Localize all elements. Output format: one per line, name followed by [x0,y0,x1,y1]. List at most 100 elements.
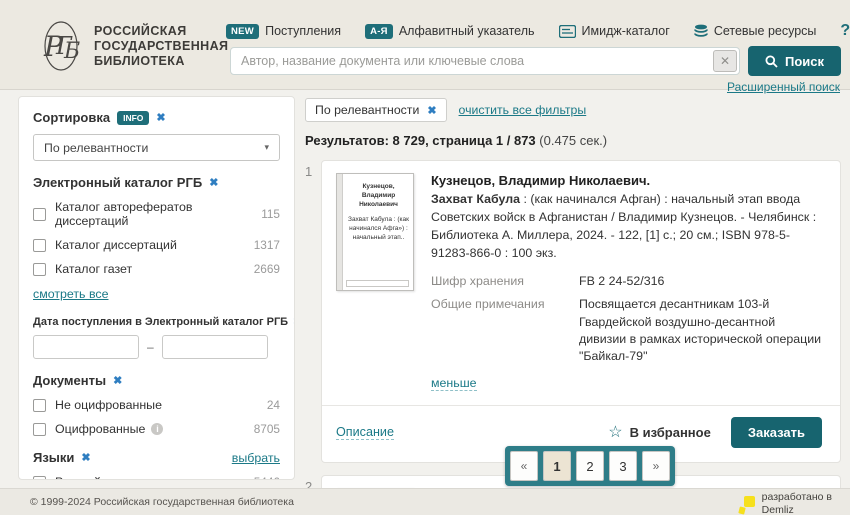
field-label: Шифр хранения [431,273,579,290]
cover-author: Кузнецов, Владимир Николаевич [348,183,409,209]
date-label: Дата поступления в Электронный каталог Р… [33,316,288,328]
checkbox[interactable] [33,263,46,276]
description-link[interactable]: Описание [336,425,394,440]
filter-label: Оцифрованные [55,422,145,436]
checkbox[interactable] [33,476,46,481]
result-card: Кузнецов, Владимир Николаевич Захват Каб… [321,160,841,463]
search-box: ✕ [230,47,740,75]
developed-by-line1: разработано в [762,491,832,504]
languages-label: Языки [33,450,74,465]
filter-row-gazet: Каталог газет 2669 [33,262,280,276]
nav-image-catalog[interactable]: Имидж-каталог [559,24,670,38]
prev-page-button[interactable]: « [510,451,538,481]
field-shelf: Шифр хранения FB 2 24-52/316 [431,273,822,290]
field-label: Общие примечания [431,296,579,365]
nav-alphabet-index[interactable]: А-Я Алфавитный указатель [365,24,534,39]
record-description: Захват Кабула : (как начинался Афган) : … [431,191,822,263]
filter-count: 115 [261,207,280,221]
book-pages-edge [346,280,409,287]
checkbox[interactable] [33,399,46,412]
az-badge: А-Я [365,24,393,39]
documents-label: Документы [33,373,106,388]
choose-languages-link[interactable]: выбрать [232,451,280,465]
filters-sidebar: Сортировка INFO ✖ По релевантности ▾ Эле… [18,96,295,480]
add-to-favorites-button[interactable]: ☆ В избранное [608,422,711,442]
help-icon[interactable]: ? [840,22,850,40]
page-button-3[interactable]: 3 [609,451,637,481]
clear-date-icon[interactable]: ✖ [293,315,295,328]
page-button-1[interactable]: 1 [543,451,571,481]
filter-label: Каталог диссертаций [55,238,177,252]
favorites-label: В избранное [630,425,711,440]
active-filter-chip: По релевантности ✖ [305,98,447,122]
field-value: FB 2 24-52/316 [579,273,664,290]
checkbox[interactable] [33,208,46,221]
page-button-2[interactable]: 2 [576,451,604,481]
database-icon [694,24,708,39]
next-page-button[interactable]: » [642,451,670,481]
checkbox[interactable] [33,239,46,252]
checkbox[interactable] [33,423,46,436]
chip-close-icon[interactable]: ✖ [427,104,436,117]
search-button-label: Поиск [785,54,824,69]
rgb-monogram-logo[interactable]: Р Г Б [36,18,86,74]
pagination: « 1 2 3 » [505,446,675,486]
catalog-section-title: Электронный каталог РГБ ✖ [33,175,280,190]
filter-label: Не оцифрованные [55,398,162,412]
search-icon [765,55,778,68]
record-author: Кузнецов, Владимир Николаевич. [431,173,822,188]
developed-by-text: разработано в Demliz [762,491,832,515]
clear-catalog-icon[interactable]: ✖ [209,176,218,189]
clear-documents-icon[interactable]: ✖ [113,374,122,387]
date-to-input[interactable] [162,335,268,359]
footer: © 1999-2024 Российская государственная б… [0,488,850,515]
nav-alphabet-label: Алфавитный указатель [399,24,535,38]
sort-select[interactable]: По релевантности ▾ [33,134,280,161]
developed-by[interactable]: разработано в Demliz [739,491,832,515]
card-catalog-icon [559,25,576,38]
field-value: Посвящается десантникам 103-й Гвардейско… [579,296,822,365]
order-button[interactable]: Заказать [731,417,822,448]
sort-select-value: По релевантности [44,141,148,155]
rsl-search-page: Р Г Б РОССИЙСКАЯ ГОСУДАРСТВЕННАЯ БИБЛИОТ… [0,0,850,515]
filter-row-dissert: Каталог диссертаций 1317 [33,238,280,252]
filter-label: Каталог газет [55,262,132,276]
date-separator: – [147,340,154,354]
header: Р Г Б РОССИЙСКАЯ ГОСУДАРСТВЕННАЯ БИБЛИОТ… [0,0,850,90]
filter-count: 2669 [254,262,280,276]
filter-count: 5446 [254,475,280,480]
info-badge[interactable]: INFO [117,111,149,125]
results-count: Результатов: 8 729, страница 1 / 873 [305,133,536,148]
date-from-input[interactable] [33,335,139,359]
date-range: – [33,335,280,359]
filter-row-digitized: Оцифрованные i 8705 [33,422,280,436]
clear-search-icon[interactable]: ✕ [713,50,737,72]
record-title: Захват Кабула [431,192,520,206]
results-summary: Результатов: 8 729, страница 1 / 873 (0.… [305,133,841,148]
nav-image-catalog-label: Имидж-каталог [582,24,670,38]
result-number: 1 [305,160,321,463]
filter-label: Каталог авторефератов диссертаций [55,200,261,228]
advanced-search-link[interactable]: Расширенный поиск [727,80,840,94]
chevron-down-icon: ▾ [264,142,269,153]
book-cover-thumbnail[interactable]: Кузнецов, Владимир Николаевич Захват Каб… [336,173,414,291]
copyright-text: © 1999-2024 Российская государственная б… [30,496,294,508]
languages-section-title: Языки ✖ [33,450,91,465]
filter-label: Русский [55,475,101,480]
nav-network-resources[interactable]: Сетевые ресурсы [694,24,817,39]
show-less-link[interactable]: меньше [431,376,477,391]
date-section-title: Дата поступления в Электронный каталог Р… [33,315,280,328]
svg-text:Б: Б [63,39,80,64]
clear-all-filters-link[interactable]: очистить все фильтры [459,103,587,117]
chip-label: По релевантности [315,103,419,117]
search-button[interactable]: Поиск [748,46,841,76]
documents-section-title: Документы ✖ [33,373,280,388]
search-input[interactable] [231,54,713,68]
info-icon[interactable]: i [151,423,163,435]
demliz-logo-icon [739,494,755,514]
see-all-link[interactable]: смотреть все [33,287,108,301]
clear-languages-icon[interactable]: ✖ [81,451,90,464]
clear-sorting-icon[interactable]: ✖ [156,111,165,124]
field-notes: Общие примечания Посвящается десантникам… [431,296,822,365]
nav-arrivals[interactable]: NEW Поступления [226,24,341,39]
